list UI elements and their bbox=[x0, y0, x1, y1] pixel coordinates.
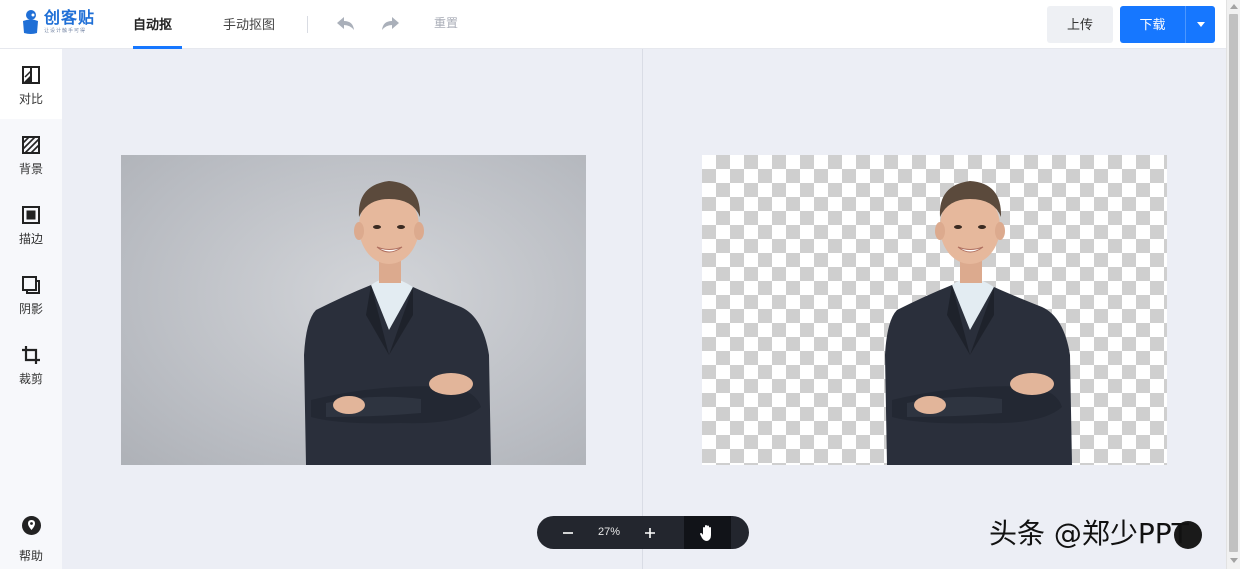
sidebar-item-stroke[interactable]: 描边 bbox=[0, 189, 62, 259]
cutout-result-image bbox=[702, 155, 1167, 465]
top-bar: 创客贴 让设计触手可得 自动抠图 手动抠图 重置 上传 下载 bbox=[0, 0, 1226, 81]
person-figure bbox=[304, 181, 491, 465]
zoom-out-icon[interactable] bbox=[557, 522, 579, 544]
stroke-icon bbox=[22, 206, 40, 224]
toolbar-divider bbox=[307, 16, 308, 33]
shadow-icon bbox=[22, 276, 40, 294]
compare-divider bbox=[642, 49, 643, 569]
logo-name: 创客贴 bbox=[44, 9, 96, 27]
caret-down-icon bbox=[1197, 22, 1205, 27]
download-options-button[interactable] bbox=[1185, 6, 1215, 43]
tab-manual-cutout[interactable]: 手动抠图 bbox=[223, 0, 275, 49]
sidebar-item-label: 阴影 bbox=[18, 302, 43, 316]
sidebar-item-background[interactable]: 背景 bbox=[0, 119, 62, 189]
sidebar-item-shadow[interactable]: 阴影 bbox=[0, 259, 62, 329]
scroll-down-arrow-icon[interactable] bbox=[1230, 558, 1238, 563]
zoom-in-icon[interactable] bbox=[639, 522, 661, 544]
original-image bbox=[121, 155, 586, 465]
vertical-scrollbar[interactable] bbox=[1226, 0, 1240, 569]
upload-button[interactable]: 上传 bbox=[1047, 6, 1113, 43]
pan-tool-button[interactable] bbox=[684, 516, 731, 549]
sidebar-item-compare[interactable]: 对比 bbox=[0, 49, 62, 119]
logo[interactable]: 创客贴 让设计触手可得 bbox=[20, 9, 95, 35]
crop-icon bbox=[22, 346, 40, 364]
sidebar-item-crop[interactable]: 裁剪 bbox=[0, 329, 62, 399]
download-button[interactable]: 下载 bbox=[1120, 6, 1185, 43]
sidebar: 对比 背景 描边 阴影 裁剪 bbox=[0, 49, 62, 569]
sidebar-item-label: 描边 bbox=[18, 232, 43, 246]
sidebar-item-label: 裁剪 bbox=[18, 372, 43, 386]
hand-icon bbox=[700, 525, 711, 541]
person-figure bbox=[885, 181, 1072, 465]
help-button[interactable]: 帮助 bbox=[0, 505, 62, 569]
tab-auto-cutout[interactable]: 自动抠图 bbox=[133, 0, 182, 81]
location-pin-icon bbox=[22, 516, 41, 535]
help-label: 帮助 bbox=[18, 549, 43, 563]
sidebar-item-label: 背景 bbox=[18, 162, 43, 176]
logo-mark-icon bbox=[23, 10, 38, 34]
scroll-up-arrow-icon[interactable] bbox=[1230, 4, 1238, 9]
zoom-level: 27% bbox=[597, 526, 621, 538]
compare-icon bbox=[22, 66, 40, 84]
reset-button[interactable]: 重置 bbox=[434, 0, 458, 47]
undo-icon[interactable] bbox=[335, 14, 357, 34]
logo-tagline: 让设计触手可得 bbox=[44, 27, 87, 34]
scroll-thumb[interactable] bbox=[1229, 14, 1238, 552]
redo-icon[interactable] bbox=[379, 14, 401, 34]
tab-manual-cutout-label: 手动抠图 bbox=[223, 17, 276, 32]
background-icon bbox=[22, 136, 40, 154]
zoom-toolbar: 27% bbox=[537, 516, 749, 549]
watermark-text: 头条 @郑少PPT bbox=[989, 517, 1189, 550]
sidebar-item-label: 对比 bbox=[18, 92, 43, 106]
